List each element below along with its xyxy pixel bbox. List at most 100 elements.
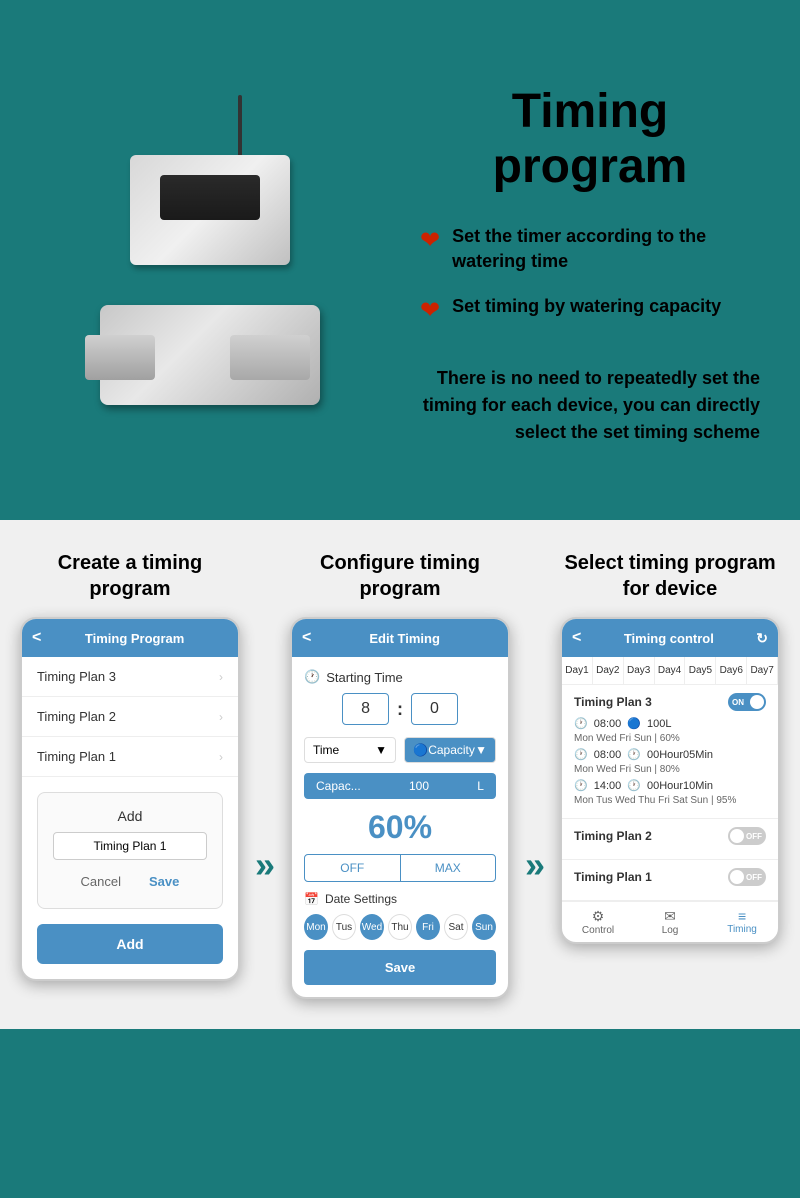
- list-item-plan2[interactable]: Timing Plan 2 ›: [22, 697, 238, 737]
- chevron-icon-1: ›: [219, 670, 223, 684]
- plan3-name: Timing Plan 3: [574, 695, 652, 709]
- list-item-plan1[interactable]: Timing Plan 1 ›: [22, 737, 238, 777]
- entry-1: 🕐 08:00 🔵 100L: [574, 717, 766, 730]
- back-icon-2[interactable]: <: [302, 629, 311, 647]
- phone2-header-title: Edit Timing: [311, 631, 498, 646]
- save-button[interactable]: Save: [139, 870, 189, 893]
- refresh-icon[interactable]: ↻: [756, 630, 768, 647]
- step-2-title: Configure timing program: [290, 550, 510, 602]
- day-tab-7[interactable]: Day7: [747, 657, 778, 684]
- dropdowns-row: Time ▼ 🔵 Capacity ▼: [304, 737, 496, 763]
- bullet-text-2: Set timing by watering capacity: [452, 294, 721, 319]
- forward-arrow-icon-1: »: [255, 844, 275, 886]
- plan1-label: Timing Plan 1: [37, 749, 116, 764]
- back-icon-3[interactable]: <: [572, 629, 581, 647]
- phone1-header-title: Timing Program: [41, 631, 228, 646]
- day-sat[interactable]: Sat: [444, 914, 468, 940]
- clock-icon-1: 🕐: [574, 717, 588, 730]
- unit-label: L: [477, 779, 484, 793]
- day-tab-5[interactable]: Day5: [685, 657, 716, 684]
- plan1-toggle[interactable]: OFF: [728, 868, 766, 886]
- capacity-dropdown[interactable]: 🔵 Capacity ▼: [404, 737, 496, 763]
- entry1-time: 08:00: [594, 718, 622, 730]
- cancel-button[interactable]: Cancel: [71, 870, 131, 893]
- phone2-body: 🕐 Starting Time 8 : 0 Time ▼: [292, 657, 508, 997]
- time-row: 8 : 0: [304, 693, 496, 725]
- plan-name-input[interactable]: [53, 832, 207, 860]
- plan-2-item: Timing Plan 2 OFF: [562, 819, 778, 860]
- hour-box[interactable]: 8: [342, 693, 389, 725]
- entry-3: 🕐 14:00 🕐 00Hour10Min: [574, 779, 766, 792]
- clock-icon-2: 🕐: [574, 748, 588, 761]
- plan3-header: Timing Plan 3 ON: [574, 693, 766, 711]
- nav-control[interactable]: ⚙ Control: [562, 908, 634, 936]
- plan1-name: Timing Plan 1: [574, 870, 652, 884]
- plan2-toggle[interactable]: OFF: [728, 827, 766, 845]
- chevron-icon-2: ›: [219, 710, 223, 724]
- right-content: Timing program ❤ Set the timer according…: [400, 30, 780, 500]
- list-item-plan3[interactable]: Timing Plan 3 ›: [22, 657, 238, 697]
- nav-timing[interactable]: ≡ Timing: [706, 908, 778, 936]
- device-image-area: [20, 30, 400, 500]
- time-dropdown-label: Time: [313, 743, 339, 757]
- plan2-name: Timing Plan 2: [574, 829, 652, 843]
- day-tab-6[interactable]: Day6: [716, 657, 747, 684]
- chevron-icon-3: ›: [219, 750, 223, 764]
- capacity-dropdown-arrow: ▼: [475, 743, 487, 757]
- top-section: Timing program ❤ Set the timer according…: [0, 0, 800, 520]
- entry-2: 🕐 08:00 🕐 00Hour05Min: [574, 748, 766, 761]
- capacity-value: 100: [409, 779, 429, 793]
- toggle-off-label-3: OFF: [746, 873, 762, 882]
- day-tab-3[interactable]: Day3: [624, 657, 655, 684]
- days-tabs-row: Day1 Day2 Day3 Day4 Day5 Day6 Day7: [562, 657, 778, 685]
- max-button[interactable]: MAX: [401, 855, 496, 881]
- plan3-label: Timing Plan 3: [37, 669, 116, 684]
- back-icon[interactable]: <: [32, 629, 41, 647]
- actuator-box: [130, 155, 290, 265]
- phone2-header: < Edit Timing: [292, 619, 508, 657]
- off-button[interactable]: OFF: [305, 855, 401, 881]
- step-1-column: Create a timing program < Timing Program…: [20, 550, 240, 999]
- entry3-sub: Mon Tus Wed Thu Fri Sat Sun | 95%: [574, 795, 766, 806]
- day-tab-2[interactable]: Day2: [593, 657, 624, 684]
- entry2-time: 08:00: [594, 749, 622, 761]
- date-section: 📅 Date Settings Mon Tus Wed Thu Fri Sat …: [304, 892, 496, 940]
- day-thu[interactable]: Thu: [388, 914, 412, 940]
- day-fri[interactable]: Fri: [416, 914, 440, 940]
- arrow-2: »: [525, 550, 545, 999]
- day-mon[interactable]: Mon: [304, 914, 328, 940]
- day-wed[interactable]: Wed: [360, 914, 384, 940]
- nav-log-label: Log: [662, 925, 679, 936]
- minute-box[interactable]: 0: [411, 693, 458, 725]
- nav-log[interactable]: ✉ Log: [634, 908, 706, 936]
- day-tab-4[interactable]: Day4: [655, 657, 686, 684]
- toggle-off-label-2: OFF: [746, 832, 762, 841]
- entry1-sub: Mon Wed Fri Sun | 60%: [574, 733, 766, 744]
- toggle-on-label: ON: [732, 698, 744, 707]
- day-tus[interactable]: Tus: [332, 914, 356, 940]
- heart-icon-1: ❤: [420, 226, 440, 255]
- entry2-detail: 00Hour05Min: [647, 749, 713, 761]
- phone-3-mockup: < Timing control ↻ Day1 Day2 Day3 Day4 D…: [560, 617, 780, 944]
- days-row: Mon Tus Wed Thu Fri Sat Sun: [304, 914, 496, 940]
- day-tab-1[interactable]: Day1: [562, 657, 593, 684]
- add-bottom-button[interactable]: Add: [37, 924, 223, 964]
- phone-2-mockup: < Edit Timing 🕐 Starting Time 8 : 0: [290, 617, 510, 999]
- entry3-time: 14:00: [594, 780, 622, 792]
- bullet-item-1: ❤ Set the timer according to the waterin…: [420, 224, 760, 274]
- plan1-header: Timing Plan 1 OFF: [574, 868, 766, 886]
- save-button-2[interactable]: Save: [304, 950, 496, 985]
- plan3-toggle[interactable]: ON: [728, 693, 766, 711]
- phone3-header-title: Timing control: [624, 631, 714, 646]
- day-sun[interactable]: Sun: [472, 914, 496, 940]
- page-title: Timing program: [420, 84, 760, 194]
- step-1-title: Create a timing program: [20, 550, 240, 602]
- arrow-1: »: [255, 550, 275, 999]
- bottom-section: Create a timing program < Timing Program…: [0, 520, 800, 1029]
- phone-1-mockup: < Timing Program Timing Plan 3 › Timing …: [20, 617, 240, 981]
- date-settings-label: 📅 Date Settings: [304, 892, 496, 906]
- nav-control-label: Control: [582, 925, 614, 936]
- time-dropdown[interactable]: Time ▼: [304, 737, 396, 763]
- steps-row: Create a timing program < Timing Program…: [20, 550, 780, 999]
- toggle-knob-3: [730, 870, 744, 884]
